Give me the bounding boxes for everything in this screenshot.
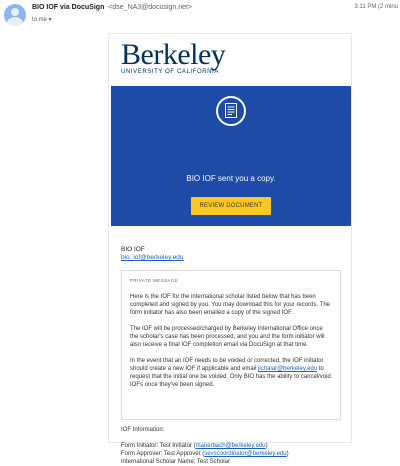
initiator-line: Form Initiator: Test Initiator (mauerbac… — [121, 442, 346, 450]
from-email-link[interactable]: bio_iof@berkeley.edu — [121, 254, 184, 262]
message-paragraph-1: Here is the IOF for the international sc… — [130, 294, 331, 316]
approver-close: ) — [286, 451, 289, 457]
private-message-label: PRIVATE MESSAGE — [130, 278, 179, 283]
message-paragraph-3: In the event that an IOF needs to be voi… — [130, 357, 332, 389]
docusign-banner: BIO IOF sent you a copy. REVIEW DOCUMENT — [111, 86, 351, 226]
initiator-email-link[interactable]: mauerbach@berkeley.edu — [196, 443, 266, 449]
logo-wordmark: Berkeley — [121, 38, 226, 71]
void-request-email-link[interactable]: jlchalar@berkeley.edu — [258, 366, 317, 372]
recipient-toggle[interactable]: to me ▾ — [32, 16, 52, 23]
iof-information: IOF Information: Form Initiator: Test In… — [121, 426, 346, 466]
banner-message: BIO IOF sent you a copy. — [186, 174, 276, 183]
document-icon — [216, 96, 246, 126]
initiator-label: Form Initiator: Test Initiator ( — [121, 443, 196, 449]
sender-email: <dse_NA3@docusign.net> — [108, 4, 193, 11]
approver-label: Form Approver: Test Approver ( — [121, 451, 205, 457]
sender-avatar-icon[interactable] — [4, 4, 26, 26]
sender-name[interactable]: BIO IOF via DocuSign — [32, 4, 104, 11]
review-document-button[interactable]: REVIEW DOCUMENT — [191, 197, 271, 215]
email-header: BIO IOF via DocuSign <dse_NA3@docusign.n… — [0, 0, 400, 30]
docusign-card: Berkeley UNIVERSITY OF CALIFORNIA BIO IO… — [108, 33, 352, 465]
message-paragraph-2: The IOF will be processed/charged by Ber… — [130, 326, 325, 348]
logo-subtitle: UNIVERSITY OF CALIFORNIA — [121, 69, 219, 75]
approver-line: Form Approver: Test Approver (sevscoordi… — [121, 450, 346, 458]
email-body: Berkeley UNIVERSITY OF CALIFORNIA BIO IO… — [108, 33, 400, 465]
initiator-close: ) — [265, 443, 268, 449]
sender-block: BIO IOF bio_iof@berkeley.edu — [121, 246, 184, 262]
sender-line: BIO IOF via DocuSign <dse_NA3@docusign.n… — [32, 4, 192, 11]
berkeley-logo: Berkeley UNIVERSITY OF CALIFORNIA — [121, 38, 226, 75]
iof-info-title: IOF Information: — [121, 427, 165, 433]
approver-email-link[interactable]: sevscoordinator@berkeley.edu — [204, 451, 286, 457]
scholar-line: International Scholar Name: Test Scholar — [121, 459, 230, 465]
timestamp: 3:11 PM (2 minu — [354, 4, 398, 10]
private-message-box: PRIVATE MESSAGE Here is the IOF for the … — [121, 270, 341, 420]
from-name: BIO IOF — [121, 246, 145, 253]
